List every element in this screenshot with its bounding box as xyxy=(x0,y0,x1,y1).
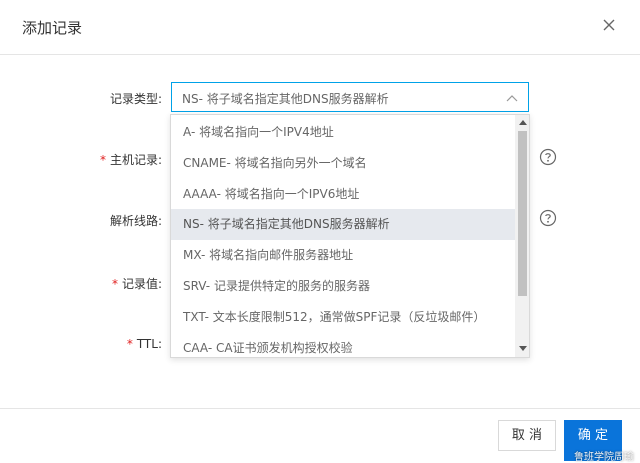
ttl-label: * TTL: xyxy=(126,337,162,351)
host-record-label: * 主机记录: xyxy=(99,153,162,167)
scrollbar-thumb[interactable] xyxy=(518,131,527,296)
option-ns[interactable]: NS- 将子域名指定其他DNS服务器解析 xyxy=(171,209,515,240)
option-aaaa[interactable]: AAAA- 将域名指向一个IPV6地址 xyxy=(171,179,515,210)
chevron-up-icon xyxy=(505,91,519,105)
record-type-select[interactable]: NS- 将子域名指定其他DNS服务器解析 xyxy=(171,82,529,112)
record-type-value: NS- 将子域名指定其他DNS服务器解析 xyxy=(182,92,389,106)
resolve-line-label: 解析线路: xyxy=(109,214,162,228)
dialog-title: 添加记录 xyxy=(22,19,83,37)
host-record-help-icon[interactable] xyxy=(539,148,557,166)
option-mx[interactable]: MX- 将域名指向邮件服务器地址 xyxy=(171,240,515,271)
dialog-header: 添加记录 xyxy=(0,0,640,55)
scroll-down-icon[interactable] xyxy=(519,346,527,351)
dropdown-scrollbar[interactable] xyxy=(515,115,529,357)
record-type-label: 记录类型: xyxy=(109,92,162,106)
option-cname[interactable]: CNAME- 将域名指向另外一个域名 xyxy=(171,148,515,179)
required-mark: * xyxy=(99,153,106,167)
close-icon[interactable] xyxy=(600,16,618,34)
record-type-dropdown: A- 将域名指向一个IPV4地址 CNAME- 将域名指向另外一个域名 AAAA… xyxy=(170,114,530,358)
resolve-line-help-icon[interactable] xyxy=(539,209,557,227)
option-caa[interactable]: CAA- CA证书颁发机构授权校验 xyxy=(171,333,515,357)
option-a[interactable]: A- 将域名指向一个IPV4地址 xyxy=(171,117,515,148)
option-srv[interactable]: SRV- 记录提供特定的服务的服务器 xyxy=(171,271,515,302)
cancel-button[interactable]: 取 消 xyxy=(498,420,556,451)
option-txt[interactable]: TXT- 文本长度限制512，通常做SPF记录（反垃圾邮件） xyxy=(171,302,515,333)
required-mark: * xyxy=(111,277,118,291)
scroll-up-icon[interactable] xyxy=(519,120,527,125)
record-value-label: * 记录值: xyxy=(111,277,162,291)
required-mark: * xyxy=(126,337,133,351)
add-record-dialog: 添加记录 记录类型: * 主机记录: 解析线路: * 记录值: * TTL: NS- … xyxy=(0,0,640,463)
